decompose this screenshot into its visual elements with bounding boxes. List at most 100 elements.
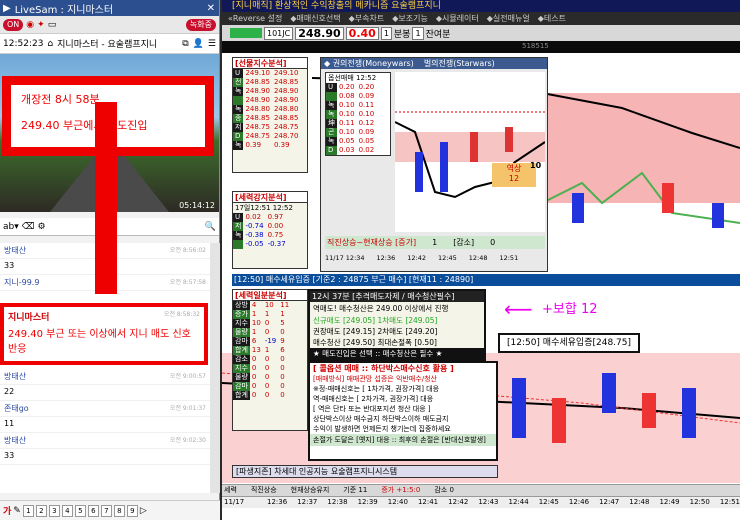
table-cell: 0 [264,319,270,327]
table-cell: 1 [251,310,257,318]
on-toggle[interactable]: ON [3,18,24,31]
table-cell: 0.20 [339,83,355,91]
page-3[interactable]: 3 [48,504,60,517]
table-cell: 합계 [233,346,250,355]
table-cell: 지수 [233,319,250,328]
menu-subchart[interactable]: ◆부속차트 [349,12,385,25]
chat-scrollbar[interactable] [210,243,220,493]
table-row: 물량 1 0 0 [233,328,291,337]
notice-bar: [12:50] 매수세유입증 [기준2 : 24875 부근 매수] [현재11… [232,274,740,286]
page-4[interactable]: 4 [61,504,73,517]
format-icon[interactable]: ab▾ [3,222,19,232]
page-6[interactable]: 6 [87,504,99,517]
table-cell: 0.20 [358,83,375,91]
table-row: 저 -0.74 0.00 [233,222,288,231]
list-icon[interactable]: ☰ [208,39,216,49]
axis-tick: 12:37 [297,498,318,506]
table-cell: -19 [264,337,277,345]
table-cell: 5 [280,319,285,327]
page-5[interactable]: 5 [74,504,86,517]
table-cell: 248.80 [245,105,270,113]
menu-signal[interactable]: ◆매매신호선택 [290,12,340,25]
pen-icon[interactable]: ✎ [13,506,21,516]
close-icon[interactable]: ✕ [207,3,219,14]
table-cell: 0.02 [358,146,375,154]
location-icon[interactable]: ✦ [37,20,45,30]
code-select[interactable]: 101JC [264,26,294,40]
count-field[interactable]: 1 [412,26,424,40]
trend-table: U 0.02 0.97 저 -0.74 0.00 녹 -0.38 0.75 -0.05 -0.37 [233,213,288,249]
settings-icon[interactable]: ⚙ [37,222,45,232]
menu-sim[interactable]: ◆시뮬레이터 [436,12,479,25]
person-icon[interactable]: 👤 [193,39,204,49]
page-9[interactable]: 9 [126,504,138,517]
table-row: 합계 13 1 6 [233,346,291,355]
table-cell: 곤 [326,128,337,137]
page-7[interactable]: 7 [100,504,112,517]
table-cell: 6 [251,337,257,345]
table-cell: 248.75 [245,132,270,140]
eraser-icon[interactable]: ⌫ [22,222,35,232]
page-8[interactable]: 8 [113,504,125,517]
table-row: 坤 0.11 0.12 [326,119,376,128]
table-cell: 0.09 [358,128,375,136]
signal-table: U 249.10 249.10 전 248.85 248.85 녹 248.90 248.90 2… [233,69,300,150]
table-cell: 저 [233,123,244,132]
table-cell: 녹 [233,141,244,150]
table-cell: 10 [264,301,274,309]
force-panel: [세력일분분석] 상방 4 10 11 증가 1 1 1 지수 10 0 5 물량 1 0 0 감마 6 -19 9 합… [232,289,308,431]
option-table: 옵선매매 12:52 U 0.20 0.20 0.08 0.09 녹 0.10 0.11 녹 0.… [325,72,391,156]
send-icon[interactable]: ▷ [140,506,147,516]
price-chart[interactable]: [선물지수분석] U 249.10 249.10 전 248.85 248.85 녹 248.… [222,53,740,508]
record-badge[interactable]: 녹화중 [185,18,216,31]
table-cell: -0.38 [245,231,264,239]
table-cell: 0 [251,382,257,390]
menu-bar: «Reverse 설정 ◆매매신호선택 ◆부속차트 ◆보조기능 ◆시뮬레이터 ◆… [222,12,740,25]
table-cell: 저 [233,222,244,231]
table-row: D 0.03 0.02 [326,146,376,155]
table-cell: 0.11 [339,119,355,127]
window-icon[interactable]: ▭ [48,20,57,30]
search-icon[interactable]: 🔍 [205,222,216,232]
font-button[interactable]: 가 [3,504,11,517]
table-cell: 0.39 [273,141,290,149]
mid-value: 10 [530,161,542,170]
table-cell: 0.10 [358,110,375,118]
axis-tick: 12:48 [629,498,650,506]
trading-title: [지니매직] 환상적인 수익창출의 메카니즘 요술램프지니 [222,0,740,12]
room-bar: 12:52:23 ⌂ 지니마스터 - 요술램프지니 ⧉ 👤 ☰ [0,34,219,54]
page-2[interactable]: 2 [35,504,47,517]
table-row: U 249.10 249.10 [233,69,300,78]
menu-reverse[interactable]: «Reverse 설정 [228,12,282,25]
table-cell: 13 [251,346,261,354]
table-cell: 합계 [233,391,250,400]
record-icon[interactable]: ◉ [26,20,34,30]
home-icon[interactable]: ⌂ [47,39,53,49]
time-axis: 11/17 12:34 12:36 12:37 12:38 12:39 12:40 12:4… [222,496,740,508]
period-field[interactable]: 1 [380,26,392,40]
annotation-buy: [12:50] 매수세유입증[248.75] [498,333,640,353]
table-cell [233,240,244,249]
table-row: D 248.75 248.70 [233,132,300,141]
table-cell: 0 [264,391,270,399]
menu-manual[interactable]: ◆실전매뉴얼 [487,12,530,25]
chat-message: 존태go 오전 9:01:37 [0,401,210,417]
table-cell: -0.37 [267,240,286,248]
table-cell: 248.85 [245,114,270,122]
chat-message: 방태산 오전 9:02:30 [0,433,210,449]
callout-stem [95,102,117,294]
table-cell: 0 [280,355,285,363]
menu-aux[interactable]: ◆보조기능 [392,12,428,25]
menu-test[interactable]: ◆테스트 [538,12,566,25]
table-cell: 248.85 [273,78,299,86]
chat-message: 11 [0,417,210,433]
table-cell: 녹 [233,231,244,240]
table-cell: 4 [251,301,257,309]
table-cell: 0.10 [339,101,355,109]
table-cell: 0.05 [339,137,355,145]
table-cell: 녹 [233,105,244,114]
table-row: 녹 0.10 0.11 [326,101,376,110]
popout-icon[interactable]: ⧉ [182,39,188,49]
page-1[interactable]: 1 [22,504,34,517]
highlighted-message: 지니마스터 오전 8:58:32 249.40 부근 또는 이상에서 지니 매도… [0,303,208,365]
